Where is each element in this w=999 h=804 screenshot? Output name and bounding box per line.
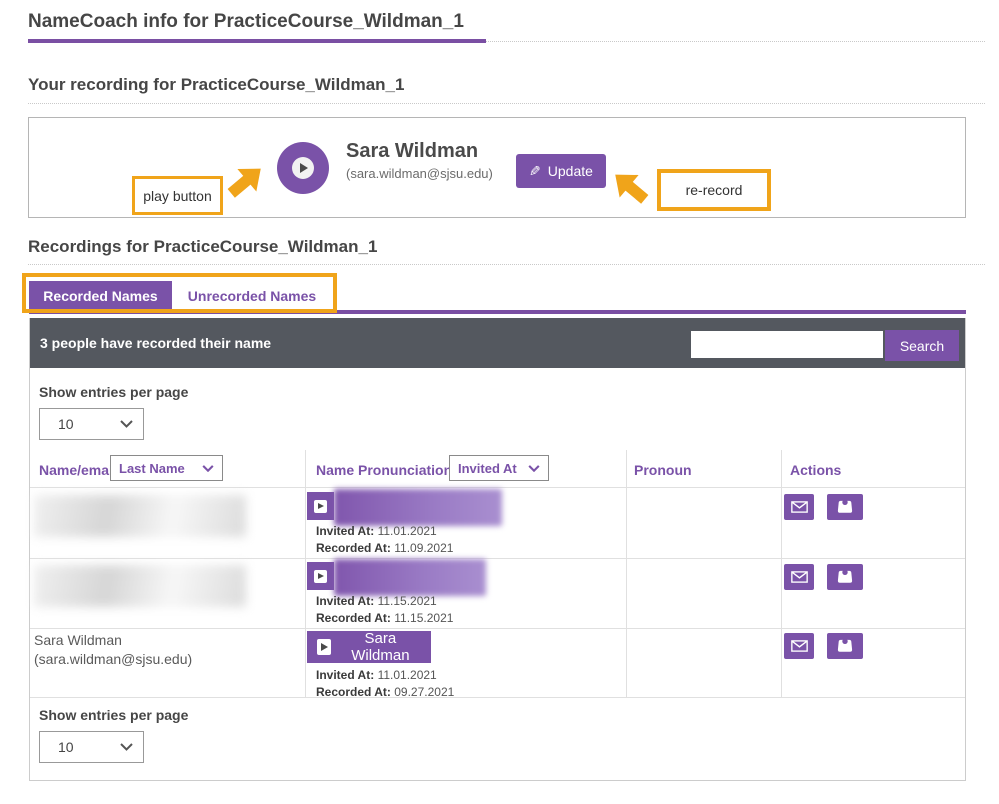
row-divider bbox=[30, 628, 965, 629]
play-recording-button[interactable] bbox=[277, 142, 329, 194]
invited-at: Invited At: 11.01.2021 bbox=[316, 524, 437, 538]
envelope-icon bbox=[791, 501, 808, 513]
voicemail-action-button[interactable] bbox=[827, 494, 863, 520]
recording-person-name: Sara Wildman bbox=[346, 140, 478, 163]
heading-divider bbox=[28, 264, 985, 265]
play-icon bbox=[317, 639, 331, 655]
invited-at: Invited At: 11.01.2021 bbox=[316, 668, 437, 682]
email-action-button[interactable] bbox=[784, 494, 814, 520]
envelope-icon bbox=[791, 571, 808, 583]
email-action-button[interactable] bbox=[784, 633, 814, 659]
name-sort-select[interactable]: Last Name bbox=[110, 455, 223, 481]
table-toolbar: 3 people have recorded their name Search bbox=[30, 318, 965, 368]
voicemail-action-button[interactable] bbox=[827, 633, 863, 659]
namecoach-page: NameCoach info for PracticeCourse_Wildma… bbox=[0, 0, 999, 804]
play-icon bbox=[314, 570, 327, 583]
title-underline bbox=[28, 39, 486, 43]
column-header-name-email[interactable]: Name/email bbox=[39, 462, 117, 478]
entries-per-page-label: Show entries per page bbox=[39, 384, 188, 400]
play-icon bbox=[292, 157, 314, 179]
entries-per-page-label: Show entries per page bbox=[39, 707, 188, 723]
inbox-icon bbox=[836, 570, 854, 584]
inbox-icon bbox=[836, 639, 854, 653]
chevron-down-icon bbox=[202, 465, 214, 472]
column-header-pronoun[interactable]: Pronoun bbox=[634, 462, 692, 478]
row-person-name: Sara Wildman bbox=[34, 632, 122, 648]
annotation-arrow-icon bbox=[603, 160, 657, 213]
search-button[interactable]: Search bbox=[885, 330, 959, 361]
recording-card: Sara Wildman (sara.wildman@sjsu.edu) ✎Up… bbox=[28, 117, 966, 218]
redacted-name bbox=[34, 495, 246, 537]
play-icon bbox=[314, 500, 327, 513]
play-button-annotation: play button bbox=[132, 176, 223, 215]
play-pronunciation-button[interactable] bbox=[307, 492, 334, 520]
invited-at: Invited At: 11.15.2021 bbox=[316, 594, 437, 608]
recorded-at: Recorded At: 11.15.2021 bbox=[316, 611, 453, 625]
chevron-down-icon bbox=[120, 743, 133, 751]
recorded-at: Recorded At: 09.27.2021 bbox=[316, 685, 454, 699]
redacted-name bbox=[34, 565, 246, 607]
pronunciation-sort-select[interactable]: Invited At bbox=[449, 455, 549, 481]
row-person-email: (sara.wildman@sjsu.edu) bbox=[34, 651, 192, 667]
entries-per-page-select[interactable]: 10 bbox=[39, 408, 144, 440]
entries-per-page-select[interactable]: 10 bbox=[39, 731, 144, 763]
row-divider bbox=[30, 558, 965, 559]
heading-divider bbox=[28, 103, 985, 104]
row-divider bbox=[30, 487, 965, 488]
play-pronunciation-button[interactable] bbox=[307, 562, 334, 590]
column-header-actions: Actions bbox=[790, 462, 841, 478]
chevron-down-icon bbox=[528, 465, 540, 472]
play-pronunciation-button[interactable]: Sara Wildman bbox=[307, 631, 431, 663]
rerecord-annotation: re-record bbox=[657, 169, 771, 211]
redacted-recording-bar[interactable] bbox=[334, 489, 502, 526]
inbox-icon bbox=[836, 500, 854, 514]
chevron-down-icon bbox=[120, 420, 133, 428]
voicemail-action-button[interactable] bbox=[827, 564, 863, 590]
recorded-at: Recorded At: 11.09.2021 bbox=[316, 541, 453, 555]
redacted-recording-bar[interactable] bbox=[334, 559, 486, 596]
recordings-heading: Recordings for PracticeCourse_Wildman_1 bbox=[28, 237, 377, 257]
envelope-icon bbox=[791, 640, 808, 652]
recordings-table-container: 3 people have recorded their name Search… bbox=[29, 318, 966, 781]
your-recording-heading: Your recording for PracticeCourse_Wildma… bbox=[28, 75, 404, 95]
update-button[interactable]: ✎Update bbox=[516, 154, 606, 188]
row-divider bbox=[30, 697, 965, 698]
pencil-icon: ✎ bbox=[529, 163, 541, 180]
column-header-name-pronunciation[interactable]: Name Pronunciation bbox=[316, 462, 452, 478]
annotation-arrow-icon bbox=[219, 154, 273, 207]
email-action-button[interactable] bbox=[784, 564, 814, 590]
page-title: NameCoach info for PracticeCourse_Wildma… bbox=[28, 11, 464, 33]
tabs-annotation-box bbox=[22, 273, 337, 313]
recorded-count-status: 3 people have recorded their name bbox=[40, 335, 271, 351]
recording-person-email: (sara.wildman@sjsu.edu) bbox=[346, 166, 493, 181]
search-input[interactable] bbox=[691, 331, 883, 358]
